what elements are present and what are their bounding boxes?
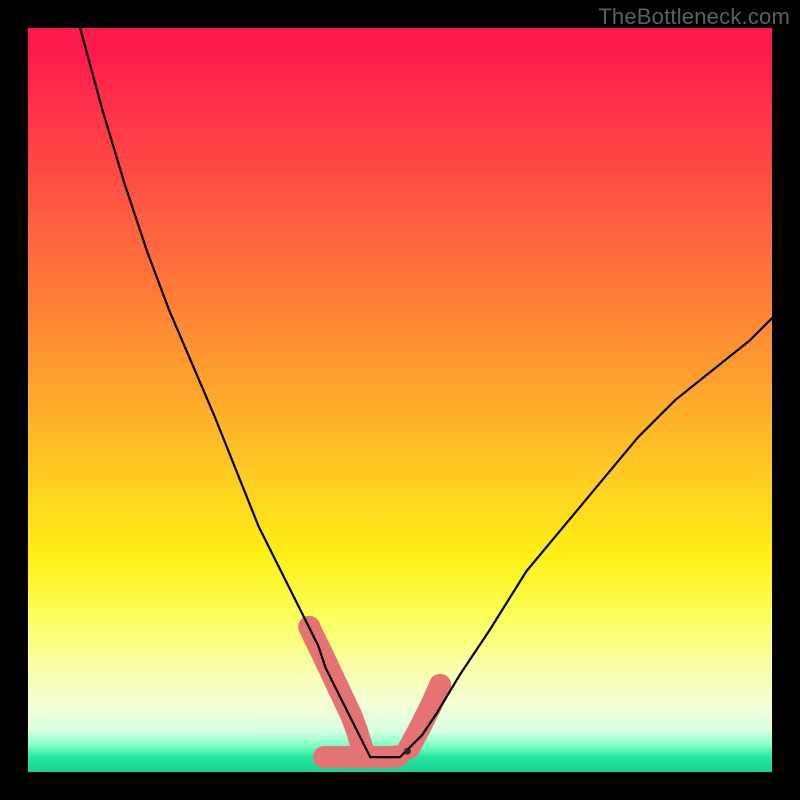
plot-area — [28, 28, 772, 772]
chart-frame: TheBottleneck.com — [0, 0, 800, 800]
curve-layer — [28, 28, 772, 772]
watermark-text: TheBottleneck.com — [598, 4, 790, 30]
accent-dot — [404, 748, 411, 755]
